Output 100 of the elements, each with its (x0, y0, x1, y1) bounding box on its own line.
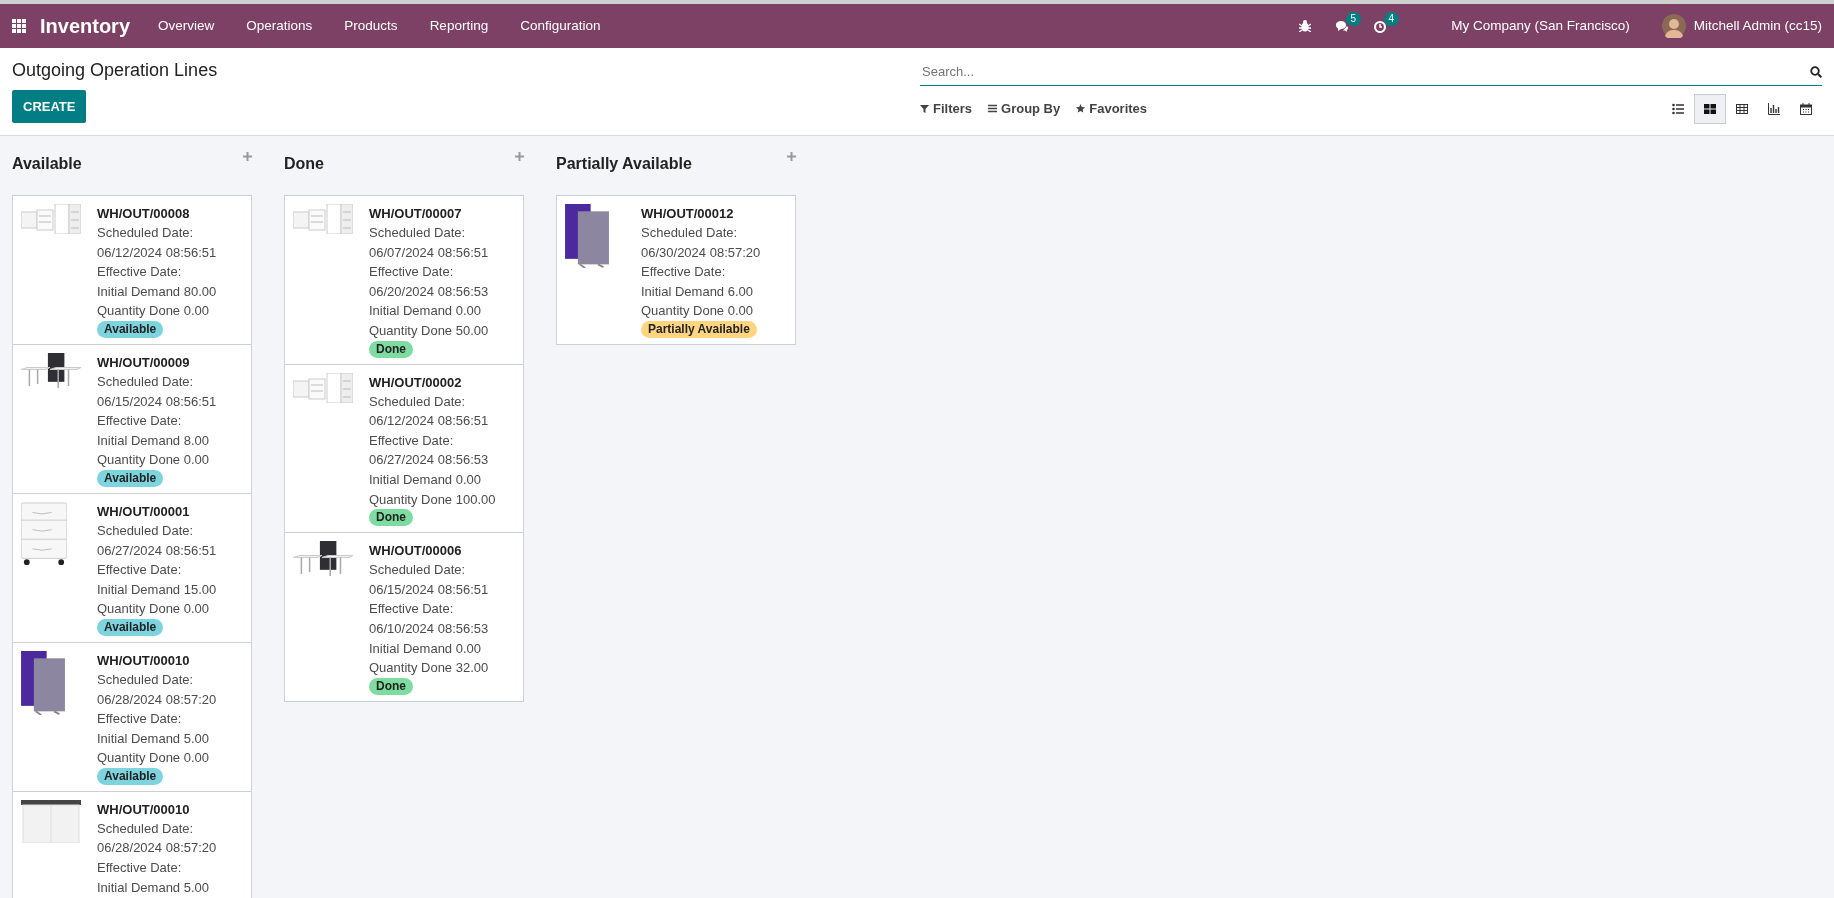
list-view-icon (1672, 102, 1684, 115)
card-field: Initial Demand 0.00 (369, 469, 481, 490)
record-reference: WH/OUT/00008 (97, 205, 190, 223)
record-reference: WH/OUT/00012 (641, 205, 734, 223)
filter-button[interactable]: Group By (988, 98, 1061, 119)
card-field: Effective Date: (97, 858, 182, 878)
card-field: Scheduled Date: (97, 223, 194, 243)
card-field: Quantity Done 0.00 (97, 450, 210, 470)
create-button[interactable]: CREATE (12, 89, 87, 124)
search-icon[interactable] (1810, 66, 1822, 78)
company-switcher[interactable]: My Company (San Francisco) (1435, 15, 1646, 37)
add-icon[interactable] (515, 152, 524, 161)
kanban-card[interactable]: WH/OUT/00010 Scheduled Date: 06/28/2024 08:57:20 Effective Date: Initial Demand 5.00 Quantity Done 0.00 Available (12, 641, 252, 792)
record-reference: WH/OUT/00001 (97, 502, 190, 521)
kanban-card[interactable]: WH/OUT/00007 Scheduled Date: 06/07/2024 08:56:51 Effective Date: 06/20/2024 08:56:53 Initial Demand 0.00 Quantity Done 50.00 Done (284, 195, 524, 365)
card-field: Scheduled Date: (369, 223, 466, 243)
kanban-card[interactable]: WH/OUT/00008 Scheduled Date: 06/12/2024 08:56:51 Effective Date: Initial Demand 80.00 Quantity Done 0.00 Available (12, 195, 252, 345)
user-menu[interactable]: Mitchell Admin (cc15) (1685, 15, 1822, 37)
card-field: Quantity Done 0.00 (97, 301, 210, 321)
column-title: Done (284, 154, 324, 174)
card-field: 06/15/2024 08:56:51 (369, 579, 489, 600)
column-title: Available (12, 154, 82, 174)
card-field: Effective Date: (369, 430, 454, 451)
apps-menu-icon[interactable] (12, 19, 26, 33)
card-field: Scheduled Date: (97, 818, 194, 839)
card-field: Quantity Done 0.00 (97, 599, 210, 619)
card-field: 06/07/2024 08:56:51 (369, 242, 489, 263)
card-field: 06/12/2024 08:56:51 (97, 242, 217, 263)
kanban-view-icon (1704, 102, 1716, 115)
card-field: Effective Date: (369, 262, 454, 282)
filter-button[interactable]: Filters (920, 98, 972, 119)
filter-icon (920, 104, 929, 113)
card-field: Effective Date: (97, 709, 182, 729)
table-view-icon (1736, 102, 1748, 115)
card-field: 06/28/2024 08:57:20 (97, 838, 217, 859)
card-field: Scheduled Date: (641, 223, 738, 243)
status-tag: Done (369, 677, 413, 695)
record-reference: WH/OUT/00009 (97, 353, 190, 372)
card-field: Scheduled Date: (97, 520, 194, 541)
list-icon (988, 104, 997, 113)
card-field: Initial Demand 5.00 (97, 728, 209, 749)
menu-item[interactable]: Overview (142, 15, 231, 37)
card-field: Initial Demand 0.00 (369, 638, 481, 659)
kanban-card[interactable]: WH/OUT/00001 Scheduled Date: 06/27/2024 08:56:51 Effective Date: Initial Demand 15.00 Quantity Done 0.00 Available (12, 492, 252, 643)
record-reference: WH/OUT/00002 (369, 373, 462, 392)
card-field: Effective Date: (97, 560, 182, 580)
card-field: Effective Date: (97, 411, 182, 431)
card-field: 06/10/2024 08:56:53 (369, 618, 489, 639)
card-field: Quantity Done 0.00 (641, 301, 754, 321)
clock-icon[interactable] (1373, 19, 1388, 33)
record-reference: WH/OUT/00010 (97, 651, 190, 670)
card-field: Scheduled Date: (369, 560, 466, 580)
card-field: Initial Demand 5.00 (97, 877, 209, 898)
star-icon (1076, 104, 1086, 113)
avatar[interactable] (1661, 14, 1686, 38)
kanban-card[interactable]: WH/OUT/00009 Scheduled Date: 06/15/2024 08:56:51 Effective Date: Initial Demand 8.00 Quantity Done 0.00 Available (12, 343, 252, 494)
card-field: Effective Date: (97, 262, 182, 282)
card-field: 06/15/2024 08:56:51 (97, 391, 217, 412)
app-name: Inventory (40, 14, 131, 39)
card-field: Effective Date: (641, 262, 726, 282)
record-reference: WH/OUT/00010 (97, 800, 190, 819)
chat-icon[interactable] (1335, 19, 1350, 33)
add-icon[interactable] (787, 152, 796, 161)
card-field: 06/28/2024 08:57:20 (97, 689, 217, 710)
card-field: Initial Demand 80.00 (97, 281, 217, 302)
card-field: Initial Demand 8.00 (97, 430, 209, 451)
kanban-card[interactable]: WH/OUT/00006 Scheduled Date: 06/15/2024 08:56:51 Effective Date: 06/10/2024 08:56:53 Initial Demand 0.00 Quantity Done 32.00 Done (284, 532, 524, 702)
chart-view-icon (1768, 102, 1780, 115)
status-tag: Available (97, 618, 164, 636)
status-tag: Available (97, 469, 164, 487)
page-title: Outgoing Operation Lines (12, 60, 219, 82)
message-count: 5 (1345, 11, 1362, 26)
card-field: Quantity Done 32.00 (369, 658, 489, 678)
status-tag: Done (369, 340, 413, 358)
kanban-card[interactable]: WH/OUT/00012 Scheduled Date: 06/30/2024 08:57:20 Effective Date: Initial Demand 6.00 Quantity Done 0.00 Partially Available (556, 195, 796, 345)
card-field: Quantity Done 0.00 (97, 748, 210, 768)
menu-item[interactable]: Reporting (413, 15, 505, 37)
status-tag: Available (97, 767, 164, 785)
card-field: Effective Date: (369, 599, 454, 619)
bug-icon[interactable] (1299, 20, 1312, 32)
card-field: Scheduled Date: (97, 669, 194, 690)
filter-button[interactable]: Favorites (1076, 98, 1148, 119)
card-field: Initial Demand 6.00 (641, 281, 753, 302)
record-reference: WH/OUT/00006 (369, 542, 462, 561)
status-tag: Available (97, 320, 164, 338)
menu-item[interactable]: Products (328, 15, 414, 37)
add-icon[interactable] (243, 152, 252, 161)
card-field: 06/30/2024 08:57:20 (641, 242, 761, 263)
menu-item[interactable]: Operations (230, 15, 329, 37)
card-field: Initial Demand 15.00 (97, 579, 217, 600)
view-button[interactable] (1694, 93, 1726, 124)
kanban-card[interactable]: WH/OUT/00010 Scheduled Date: 06/28/2024 08:57:20 Effective Date: Initial Demand 5.00 (12, 790, 252, 898)
activity-count: 4 (1383, 11, 1400, 26)
status-tag: Done (369, 509, 413, 527)
card-field: Quantity Done 100.00 (369, 489, 496, 510)
menu-item[interactable]: Configuration (504, 15, 617, 37)
calendar-view-icon (1800, 102, 1812, 115)
kanban-card[interactable]: WH/OUT/00002 Scheduled Date: 06/12/2024 08:56:51 Effective Date: 06/27/2024 08:56:53 Initial Demand 0.00 Quantity Done 100.00 Done (284, 363, 524, 534)
card-field: 06/27/2024 08:56:51 (97, 540, 217, 561)
card-field: Quantity Done 50.00 (369, 320, 489, 341)
